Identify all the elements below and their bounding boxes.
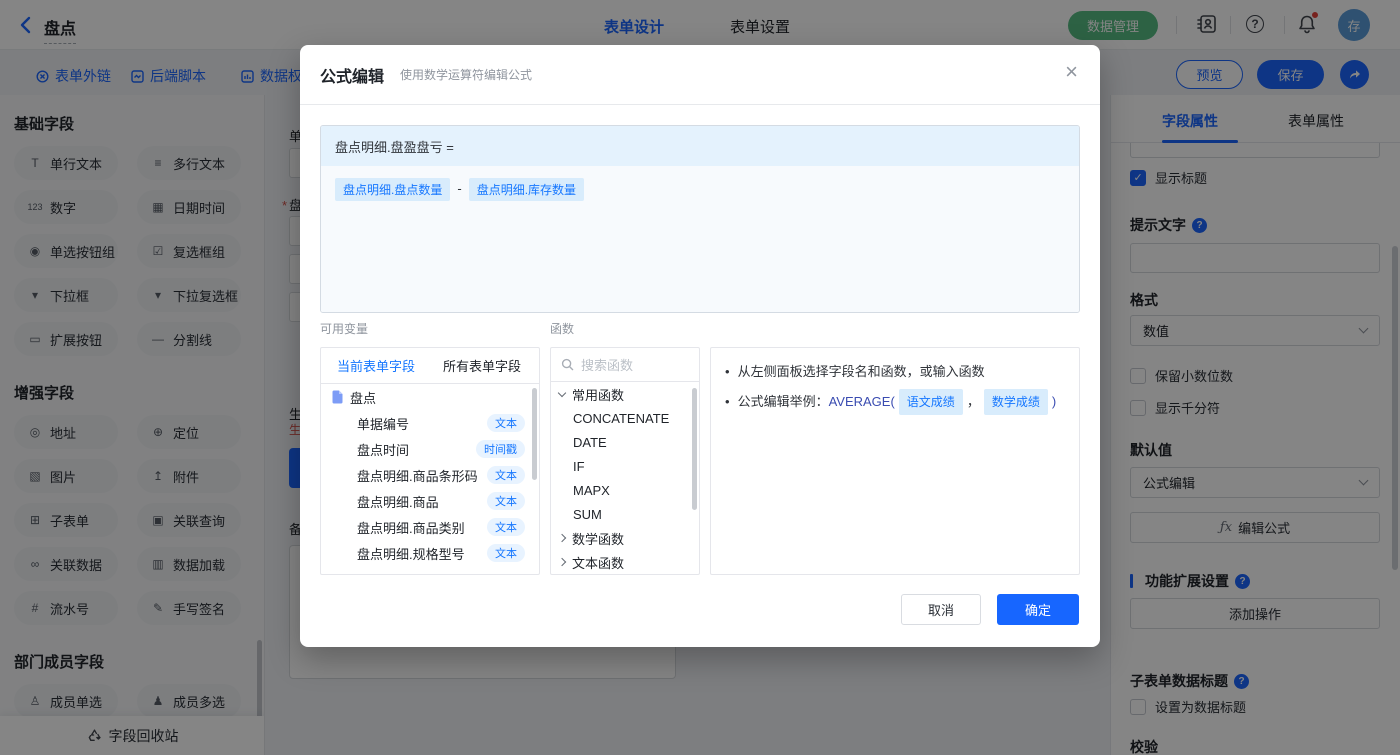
tab-current-form-fields[interactable]: 当前表单字段 <box>337 356 415 375</box>
variable-type-badge: 文本 <box>487 518 525 536</box>
formula-target: 盘点明细.盘盈盘亏 = <box>321 126 1079 166</box>
formula-field-chip[interactable]: 盘点明细.库存数量 <box>468 178 585 201</box>
variable-root-label: 盘点 <box>350 390 377 406</box>
variable-item[interactable]: 盘点明细.商品类别 文本 <box>321 514 539 540</box>
function-group-math[interactable]: 数学函数 <box>551 526 699 550</box>
function-item[interactable]: CONCATENATE <box>551 406 699 430</box>
variables-panel-label: 可用变量 <box>320 322 369 336</box>
function-name: MAPX <box>573 482 610 498</box>
formula-expression[interactable]: 盘点明细.盘点数量 - 盘点明细.库存数量 <box>321 166 1079 312</box>
variable-item[interactable]: 盘点明细.规格型号 文本 <box>321 540 539 566</box>
function-group-text[interactable]: 文本函数 <box>551 550 699 574</box>
variables-scrollbar-thumb[interactable] <box>532 388 537 480</box>
function-group-label: 数学函数 <box>572 531 625 547</box>
variable-name: 盘点明细.商品条形码 <box>357 468 478 484</box>
modal-title: 公式编辑 <box>320 68 385 86</box>
variable-type-badge: 文本 <box>487 466 525 484</box>
chevron-right-icon <box>557 557 567 567</box>
hint-line-2: 公式编辑举例： AVERAGE( 语文成绩 ， 数学成绩 ) <box>723 389 1067 415</box>
variable-type-badge: 文本 <box>487 544 525 562</box>
close-icon[interactable]: × <box>1065 61 1078 83</box>
function-group-common[interactable]: 常用函数 <box>551 382 699 406</box>
variable-item[interactable]: 盘点时间 时间戳 <box>321 436 539 462</box>
variable-name: 盘点明细.商品类别 <box>357 520 465 536</box>
function-name: CONCATENATE <box>573 410 670 426</box>
hint-example-function-close: ) <box>1051 394 1057 409</box>
hint-example-prefix: 公式编辑举例： <box>737 394 829 409</box>
function-search-placeholder: 搜索函数 <box>581 358 634 373</box>
app-window: 盘点 表单设计 表单设置 数据管理 ? 存 表单外链 后端脚本 数据权限 预览 … <box>0 0 1400 755</box>
variable-name: 盘点明细.规格型号 <box>357 546 465 562</box>
hint-example-arg-chip: 语文成绩 <box>898 389 963 415</box>
function-item[interactable]: SUM <box>551 502 699 526</box>
cancel-button[interactable]: 取消 <box>901 594 981 625</box>
functions-panel: 搜索函数 常用函数 CONCATENATE DATE IF MAPX SUM 数… <box>550 347 700 575</box>
hint-text: 从左侧面板选择字段名和函数，或输入函数 <box>737 364 985 379</box>
function-group-label: 常用函数 <box>572 387 625 403</box>
functions-scrollbar-thumb[interactable] <box>692 388 697 510</box>
form-document-icon <box>332 390 343 404</box>
functions-panel-label: 函数 <box>550 322 575 336</box>
variable-name: 盘点明细.商品 <box>357 494 439 510</box>
variables-tabs: 当前表单字段 所有表单字段 <box>321 348 539 384</box>
function-item[interactable]: IF <box>551 454 699 478</box>
formula-operator: - <box>457 181 462 196</box>
variable-type-badge: 文本 <box>487 492 525 510</box>
hint-example-arg-chip: 数学成绩 <box>983 389 1048 415</box>
tab-all-form-fields[interactable]: 所有表单字段 <box>443 356 521 375</box>
formula-field-chip[interactable]: 盘点明细.盘点数量 <box>335 178 451 201</box>
hint-example-comma: ， <box>966 394 980 409</box>
hints-panel: 从左侧面板选择字段名和函数，或输入函数 公式编辑举例： AVERAGE( 语文成… <box>710 347 1080 575</box>
variable-item[interactable]: 单据编号 文本 <box>321 410 539 436</box>
formula-editor[interactable]: 盘点明细.盘盈盘亏 = 盘点明细.盘点数量 - 盘点明细.库存数量 <box>320 125 1080 313</box>
variable-tree-root[interactable]: 盘点 <box>321 384 539 410</box>
formula-edit-modal: 公式编辑 使用数学运算符编辑公式 × 盘点明细.盘盈盘亏 = 盘点明细.盘点数量… <box>300 45 1100 647</box>
modal-header: 公式编辑 使用数学运算符编辑公式 <box>300 45 1100 105</box>
modal-subtitle: 使用数学运算符编辑公式 <box>400 68 533 82</box>
hint-example-function-open: AVERAGE( <box>828 394 895 409</box>
function-group-label: 文本函数 <box>572 555 625 571</box>
hint-line-1: 从左侧面板选择字段名和函数，或输入函数 <box>723 362 1067 382</box>
variable-name: 单据编号 <box>357 416 410 432</box>
function-item[interactable]: DATE <box>551 430 699 454</box>
variable-type-badge: 时间戳 <box>476 440 525 458</box>
function-name: IF <box>573 458 585 474</box>
variable-name: 盘点时间 <box>357 442 410 458</box>
chevron-down-icon <box>557 388 567 397</box>
variable-type-badge: 文本 <box>487 414 525 432</box>
confirm-button[interactable]: 确定 <box>997 594 1079 625</box>
variables-panel: 当前表单字段 所有表单字段 盘点 单据编号 文本 盘点时间 时间戳 盘点明细.商品条… <box>320 347 540 575</box>
function-name: DATE <box>573 434 607 450</box>
variable-item[interactable]: 盘点明细.商品 文本 <box>321 488 539 514</box>
chevron-right-icon <box>557 533 567 543</box>
function-search[interactable]: 搜索函数 <box>551 348 699 382</box>
search-icon <box>561 358 574 371</box>
function-item[interactable]: MAPX <box>551 478 699 502</box>
variable-item[interactable]: 盘点明细.商品条形码 文本 <box>321 462 539 488</box>
function-name: SUM <box>573 506 602 522</box>
